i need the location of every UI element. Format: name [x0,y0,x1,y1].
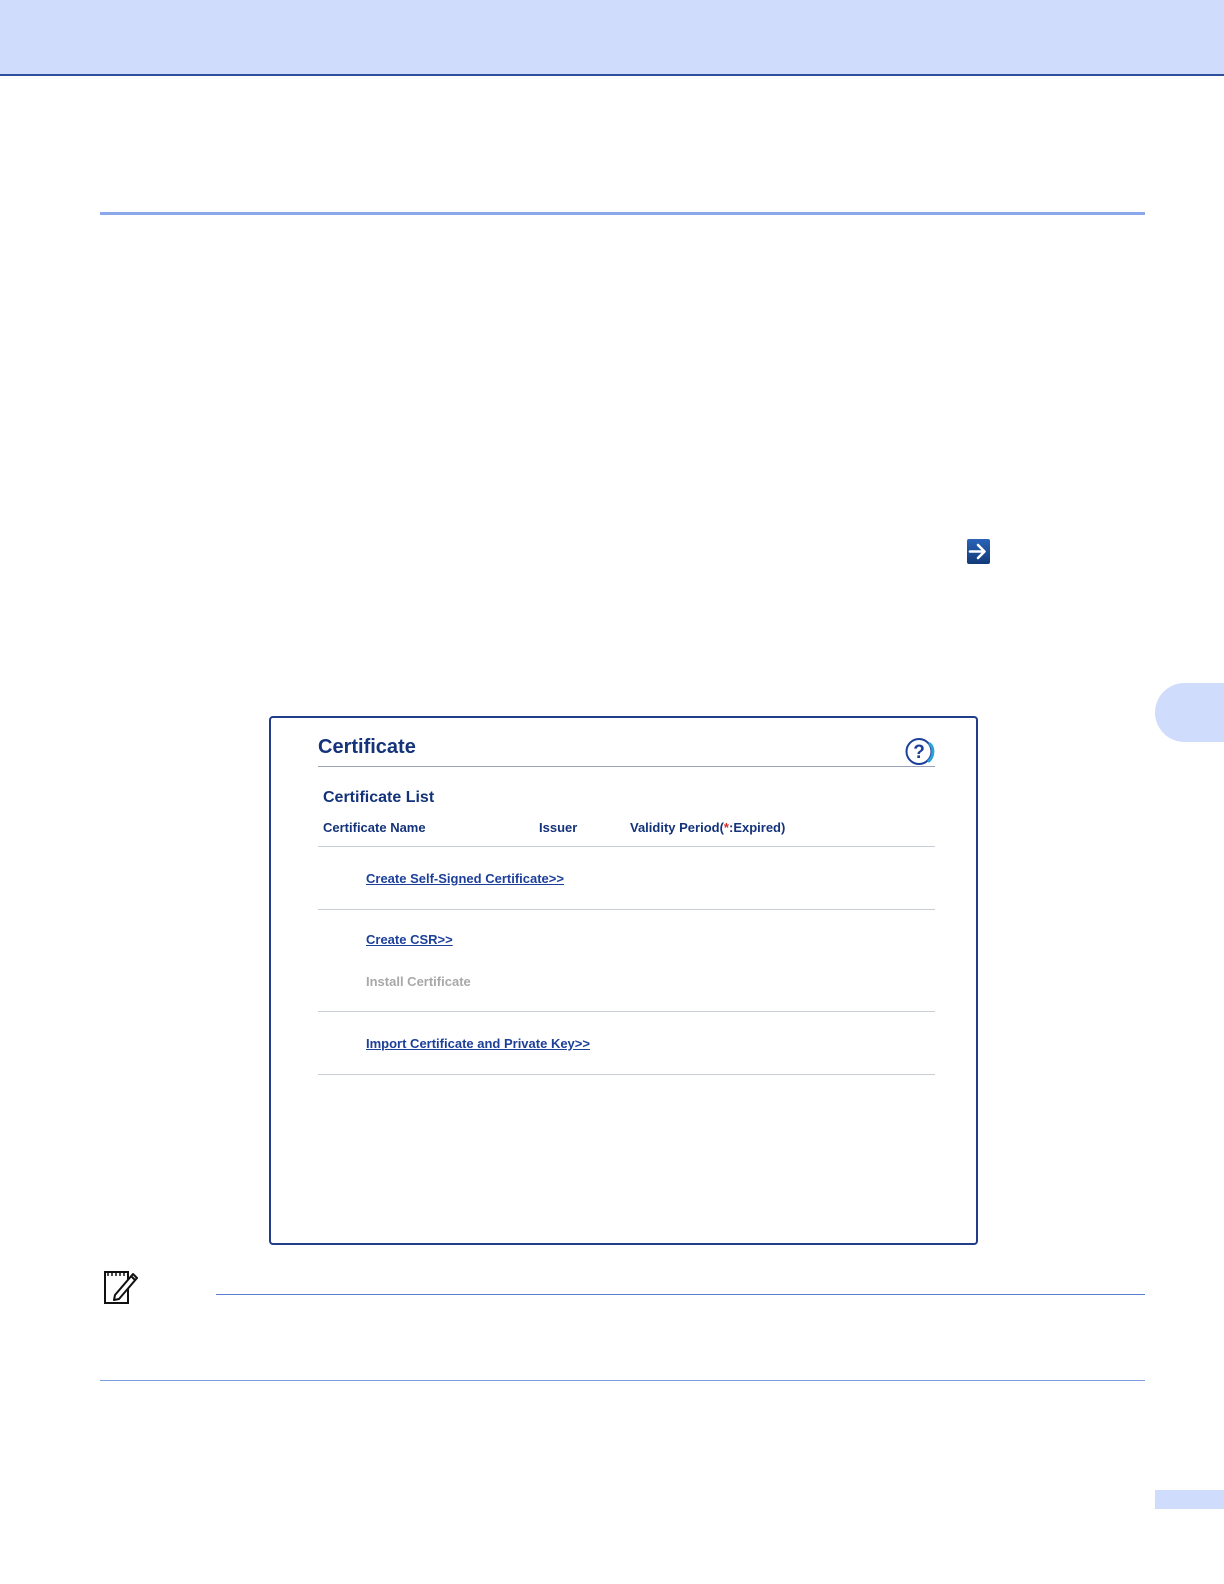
help-icon[interactable]: ? [904,736,935,767]
row-divider [318,1011,935,1012]
row-divider [318,909,935,910]
row-divider [318,1074,935,1075]
import-certificate-and-private-key-link[interactable]: Import Certificate and Private Key>> [366,1036,590,1051]
expired-label: :Expired) [728,820,786,835]
certificate-window: Certificate ? Certificate List Certifica… [269,716,978,1245]
row-divider [318,846,935,847]
svg-text:?: ? [913,742,925,763]
chapter-tab [1155,683,1224,742]
validity-label: Validity Period( [630,820,724,835]
footer-rule [100,1380,1145,1381]
page-number-tab [1155,1490,1224,1509]
create-csr-link[interactable]: Create CSR>> [366,932,453,947]
note-rule [216,1294,1145,1295]
install-certificate-disabled-link: Install Certificate [366,974,471,989]
column-header-validity-period: Validity Period(*:Expired) [630,820,785,835]
title-divider [318,766,935,767]
right-arrow-icon [967,539,990,564]
create-self-signed-certificate-link[interactable]: Create Self-Signed Certificate>> [366,871,564,886]
column-header-certificate-name: Certificate Name [323,820,426,835]
certificate-list-heading: Certificate List [323,789,435,806]
top-header-band [0,0,1224,76]
column-header-issuer: Issuer [539,820,578,835]
note-pencil-icon [104,1271,138,1304]
header-rule [100,212,1145,215]
page-title: Certificate [318,736,416,758]
